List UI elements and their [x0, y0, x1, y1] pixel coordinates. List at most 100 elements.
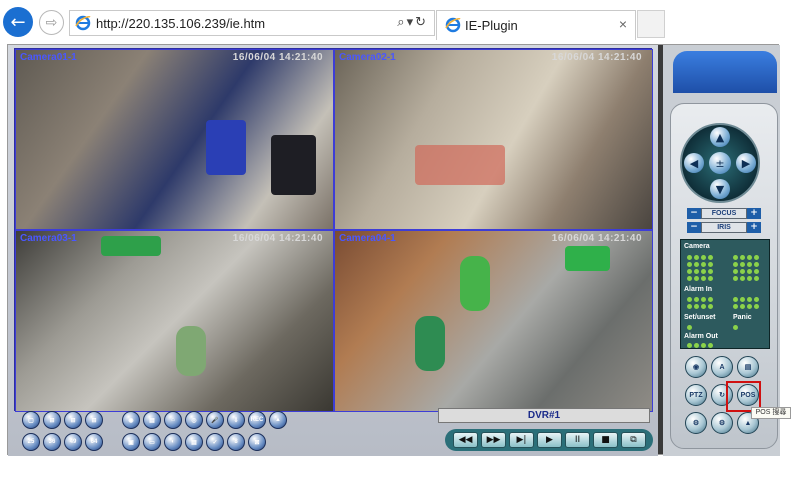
iris-label: IRIS — [701, 222, 747, 233]
layout-16-button[interactable]: ⊞ — [85, 411, 103, 429]
auto-function-button[interactable]: A — [711, 356, 733, 378]
status-led — [733, 304, 738, 309]
play-button[interactable]: ▶ — [537, 432, 562, 448]
snapshot-icon-button[interactable]: ▣ — [122, 433, 140, 451]
status-led — [733, 255, 738, 260]
search-function-button[interactable]: ◉ — [685, 356, 707, 378]
tab-ie-plugin[interactable]: IE-Plugin × — [436, 10, 636, 40]
tab-close-icon[interactable]: × — [619, 16, 627, 32]
rec-button[interactable]: REC — [248, 411, 266, 429]
status-led — [694, 276, 699, 281]
set-unset-label: Set/unset — [684, 314, 716, 321]
shelf-shape — [415, 145, 505, 185]
camera-label: Camera04-1 — [339, 233, 396, 244]
green-bin-shape — [101, 236, 161, 256]
status-led — [687, 255, 692, 260]
fast-forward-button[interactable]: ▶▶ — [481, 432, 506, 448]
stop-button[interactable]: ■ — [593, 432, 618, 448]
browser-chrome: ← ⇨ http://220.135.106.239/ie.htm ⌕▾↻ IE… — [0, 0, 800, 42]
camera-label: Camera03-1 — [20, 233, 77, 244]
panic-led — [733, 325, 738, 330]
status-led — [747, 269, 752, 274]
camera-timestamp: 16/06/04 14:21:40 — [551, 233, 642, 244]
set-unset-led — [687, 325, 692, 330]
next-frame-button[interactable]: ▶| — [509, 432, 534, 448]
status-led — [733, 269, 738, 274]
camera-view-4[interactable]: Camera04-1 16/06/04 14:21:40 — [334, 230, 653, 412]
camera-view-1[interactable]: Camera01-1 16/06/04 14:21:40 — [15, 49, 334, 230]
iris-minus-button[interactable]: − — [687, 222, 701, 233]
ptz-dpad: ▲ ▼ ◀ ▶ ± — [680, 123, 760, 203]
ptz-button[interactable]: PTZ — [685, 384, 707, 406]
camera-label: Camera01-1 — [20, 52, 77, 63]
ie-logo-icon — [75, 15, 91, 31]
status-led — [694, 269, 699, 274]
address-bar[interactable]: http://220.135.106.239/ie.htm ⌕▾↻ — [69, 10, 435, 36]
layout-49-button[interactable]: 49 — [64, 433, 82, 451]
tab-title: IE-Plugin — [465, 18, 518, 33]
status-led — [754, 276, 759, 281]
zoom-center-icon[interactable]: ± — [709, 152, 731, 174]
status-led — [687, 304, 692, 309]
status-led — [687, 276, 692, 281]
check-icon-button[interactable]: ✓ — [206, 433, 224, 451]
settings-function-button-2[interactable]: ⚙ — [711, 412, 733, 434]
dvr-name-bar: DVR#1 — [438, 408, 650, 423]
pause-button[interactable]: II — [565, 432, 590, 448]
record-icon-button[interactable]: ◉ — [122, 411, 140, 429]
layout-25-button[interactable]: 25 — [22, 433, 40, 451]
sequence-icon-button[interactable]: ▤ — [185, 433, 203, 451]
home-icon-button[interactable]: ⌂ — [164, 411, 182, 429]
layout-36-button[interactable]: 36 — [43, 433, 61, 451]
download-icon-button[interactable]: ⇩ — [227, 411, 245, 429]
forward-button[interactable]: ⇨ — [39, 10, 64, 35]
status-led — [733, 276, 738, 281]
status-led — [740, 297, 745, 302]
close-view-icon-button[interactable]: ⊠ — [248, 433, 266, 451]
status-led — [708, 262, 713, 267]
worker-shape — [176, 326, 206, 376]
copy-button[interactable]: ⧉ — [621, 432, 646, 448]
status-led — [747, 304, 752, 309]
layout-64-button[interactable]: 64 — [85, 433, 103, 451]
ptz-left-icon[interactable]: ◀ — [684, 153, 704, 173]
back-button[interactable]: ← — [3, 7, 33, 37]
status-led — [694, 304, 699, 309]
camera-view-2[interactable]: Camera02-1 16/06/04 14:21:40 — [334, 49, 653, 230]
status-led — [747, 255, 752, 260]
status-led — [694, 255, 699, 260]
search-refresh-icons[interactable]: ⌕▾↻ — [397, 15, 428, 30]
camera-status-label: Camera — [684, 243, 710, 250]
status-led — [694, 343, 699, 348]
network-icon-button[interactable]: 8 — [227, 433, 245, 451]
control-panel: ▲ ▼ ◀ ▶ ± − FOCUS + − IRIS + Camera Alar… — [663, 45, 780, 456]
ptz-up-icon[interactable]: ▲ — [710, 127, 730, 147]
status-led — [740, 304, 745, 309]
settings-function-button[interactable]: ⚙ — [685, 412, 707, 434]
playback-controls: ◀◀ ▶▶ ▶| ▶ II ■ ⧉ — [445, 429, 653, 451]
layout-1-button[interactable]: ▢ — [22, 411, 40, 429]
ptz-down-icon[interactable]: ▼ — [710, 179, 730, 199]
screen-icon-button[interactable]: ▭ — [143, 433, 161, 451]
camera-view-3[interactable]: Camera03-1 16/06/04 14:21:40 — [15, 230, 334, 412]
dvr-label: DVR#1 — [527, 410, 561, 421]
log-function-button[interactable]: ▤ — [737, 356, 759, 378]
status-led — [687, 343, 692, 348]
alert-icon-button[interactable]: ▲ — [269, 411, 287, 429]
status-led — [740, 262, 745, 267]
layout-4-button[interactable]: ⊞ — [43, 411, 61, 429]
layout-9-button[interactable]: ⊞ — [64, 411, 82, 429]
microphone-icon-button[interactable]: 🎤 — [206, 411, 224, 429]
focus-minus-button[interactable]: − — [687, 208, 701, 219]
focus-plus-button[interactable]: + — [747, 208, 761, 219]
new-tab-button[interactable] — [637, 10, 665, 38]
rewind-button[interactable]: ◀◀ — [453, 432, 478, 448]
status-led — [701, 343, 706, 348]
list-icon-button[interactable]: ▤ — [143, 411, 161, 429]
audio-icon-button[interactable]: ◎ — [185, 411, 203, 429]
color-icon-button[interactable]: ◐ — [164, 433, 182, 451]
status-led — [701, 269, 706, 274]
iris-plus-button[interactable]: + — [747, 222, 761, 233]
ptz-right-icon[interactable]: ▶ — [736, 153, 756, 173]
alarm-in-label: Alarm In — [684, 286, 713, 293]
